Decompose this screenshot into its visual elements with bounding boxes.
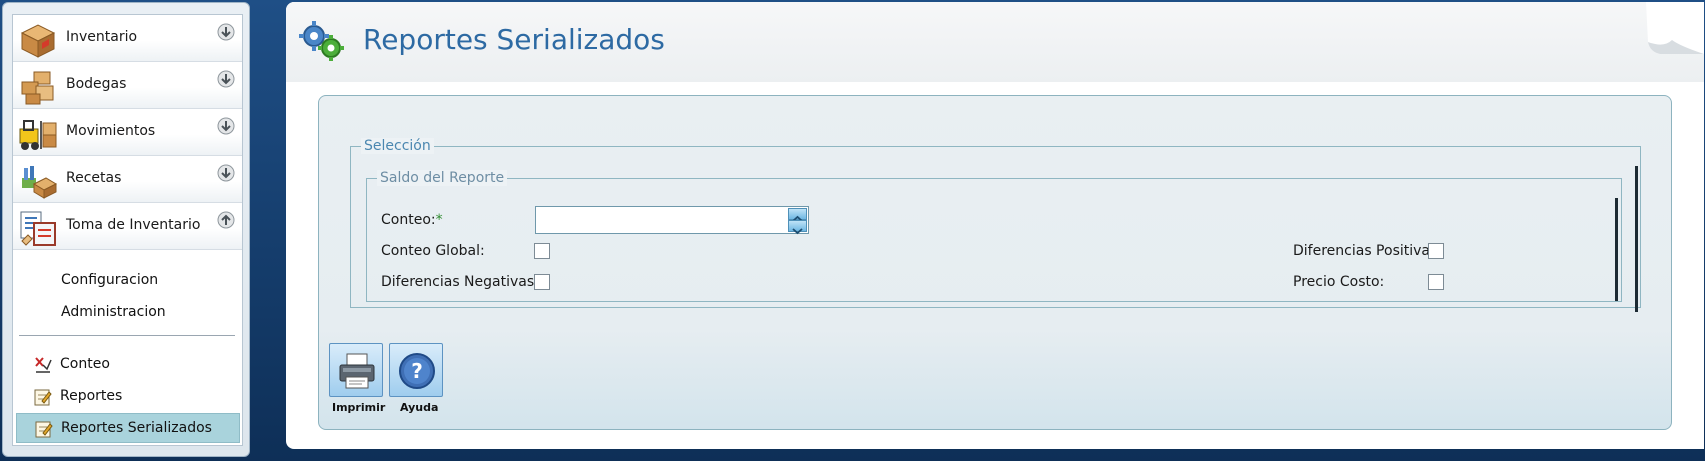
nav-item-reportes[interactable]: Reportes <box>16 382 240 412</box>
saldo-reporte-legend: Saldo del Reporte <box>377 170 508 186</box>
sidebar-subitem-configuracion[interactable]: Configuracion <box>61 272 158 288</box>
boxes-icon <box>21 71 54 105</box>
report-edit-icon <box>35 421 53 438</box>
required-mark: * <box>435 212 443 228</box>
saldo-reporte-fieldset: Saldo del Reporte Conteo:* Conteo Global… <box>366 170 1622 302</box>
help-button-label: Ayuda <box>400 401 439 414</box>
nav-item-label: Reportes Serializados <box>61 420 212 436</box>
report-edit-icon <box>34 389 52 406</box>
page-header: Reportes Serializados <box>286 2 1704 82</box>
main-panel: Reportes Serializados Selección Saldo de… <box>286 2 1704 449</box>
sidebar-section-movimientos[interactable]: Movimientos <box>13 109 242 156</box>
inner-scrollbar[interactable] <box>1615 198 1618 301</box>
sidebar-section-bodegas[interactable]: Bodegas <box>13 62 242 109</box>
sidebar-section-label: Bodegas <box>66 76 127 92</box>
nav-item-reportes-serializados[interactable]: Reportes Serializados <box>16 413 240 443</box>
sidebar-section-label: Inventario <box>66 29 138 45</box>
print-button-label: Imprimir <box>332 401 386 414</box>
gears-icon <box>299 21 344 61</box>
forklift-icon <box>19 120 57 150</box>
help-icon: ? <box>399 353 435 389</box>
diferencias-negativas-checkbox[interactable] <box>534 274 550 290</box>
conteo-label: Conteo:* <box>381 212 443 228</box>
seleccion-fieldset: Selección Saldo del Reporte Conteo:* Con… <box>350 138 1641 312</box>
box-icon <box>20 24 56 58</box>
collapse-up-icon[interactable] <box>217 211 235 229</box>
diferencias-positivas-label: Diferencias Positivas: <box>1293 243 1443 259</box>
diferencias-positivas-checkbox[interactable] <box>1428 243 1444 259</box>
sidebar-panel: Inventario Bodegas Movimientos Recetas T… <box>12 14 243 446</box>
count-icon <box>35 357 52 373</box>
conteo-input[interactable] <box>536 207 786 233</box>
content-box: Selección Saldo del Reporte Conteo:* Con… <box>318 95 1672 430</box>
sidebar: Inventario Bodegas Movimientos Recetas T… <box>2 2 250 457</box>
diferencias-negativas-label: Diferencias Negativas: <box>381 274 539 290</box>
precio-costo-label: Precio Costo: <box>1293 274 1385 290</box>
nav-item-conteo[interactable]: Conteo <box>16 350 240 380</box>
conteo-global-label: Conteo Global: <box>381 243 485 259</box>
clipboard-icon <box>20 211 56 246</box>
outer-scrollbar[interactable] <box>1635 166 1638 312</box>
printer-icon <box>339 353 375 389</box>
sidebar-section-toma-de-inventario[interactable]: Toma de Inventario <box>13 203 242 250</box>
sidebar-section-inventario[interactable]: Inventario <box>13 15 242 62</box>
conteo-label-text: Conteo: <box>381 212 436 228</box>
sidebar-section-recetas[interactable]: Recetas <box>13 156 242 203</box>
print-button[interactable] <box>329 343 383 397</box>
flask-box-icon <box>22 166 58 199</box>
spinner-down-button[interactable] <box>788 220 807 235</box>
page-title: Reportes Serializados <box>363 23 665 56</box>
expand-down-icon[interactable] <box>217 117 235 135</box>
sidebar-subitem-administracion[interactable]: Administracion <box>61 304 166 320</box>
svg-text:?: ? <box>411 359 423 383</box>
nav-item-label: Conteo <box>60 356 110 372</box>
expand-down-icon[interactable] <box>217 164 235 182</box>
spinner-up-button[interactable] <box>788 208 807 222</box>
sidebar-section-label: Recetas <box>66 170 122 186</box>
conteo-global-checkbox[interactable] <box>534 243 550 259</box>
conteo-spinner[interactable] <box>535 206 809 235</box>
nav-item-label: Reportes <box>60 388 123 404</box>
sidebar-section-label: Toma de Inventario <box>66 217 201 233</box>
sidebar-divider <box>19 335 235 336</box>
precio-costo-checkbox[interactable] <box>1428 274 1444 290</box>
seleccion-legend: Selección <box>361 138 434 154</box>
page-curl-decoration <box>1646 2 1704 54</box>
expand-down-icon[interactable] <box>217 23 235 41</box>
help-button[interactable]: ? <box>389 343 443 397</box>
chevron-down-icon <box>792 228 803 235</box>
sidebar-section-label: Movimientos <box>66 123 156 139</box>
expand-down-icon[interactable] <box>217 70 235 88</box>
